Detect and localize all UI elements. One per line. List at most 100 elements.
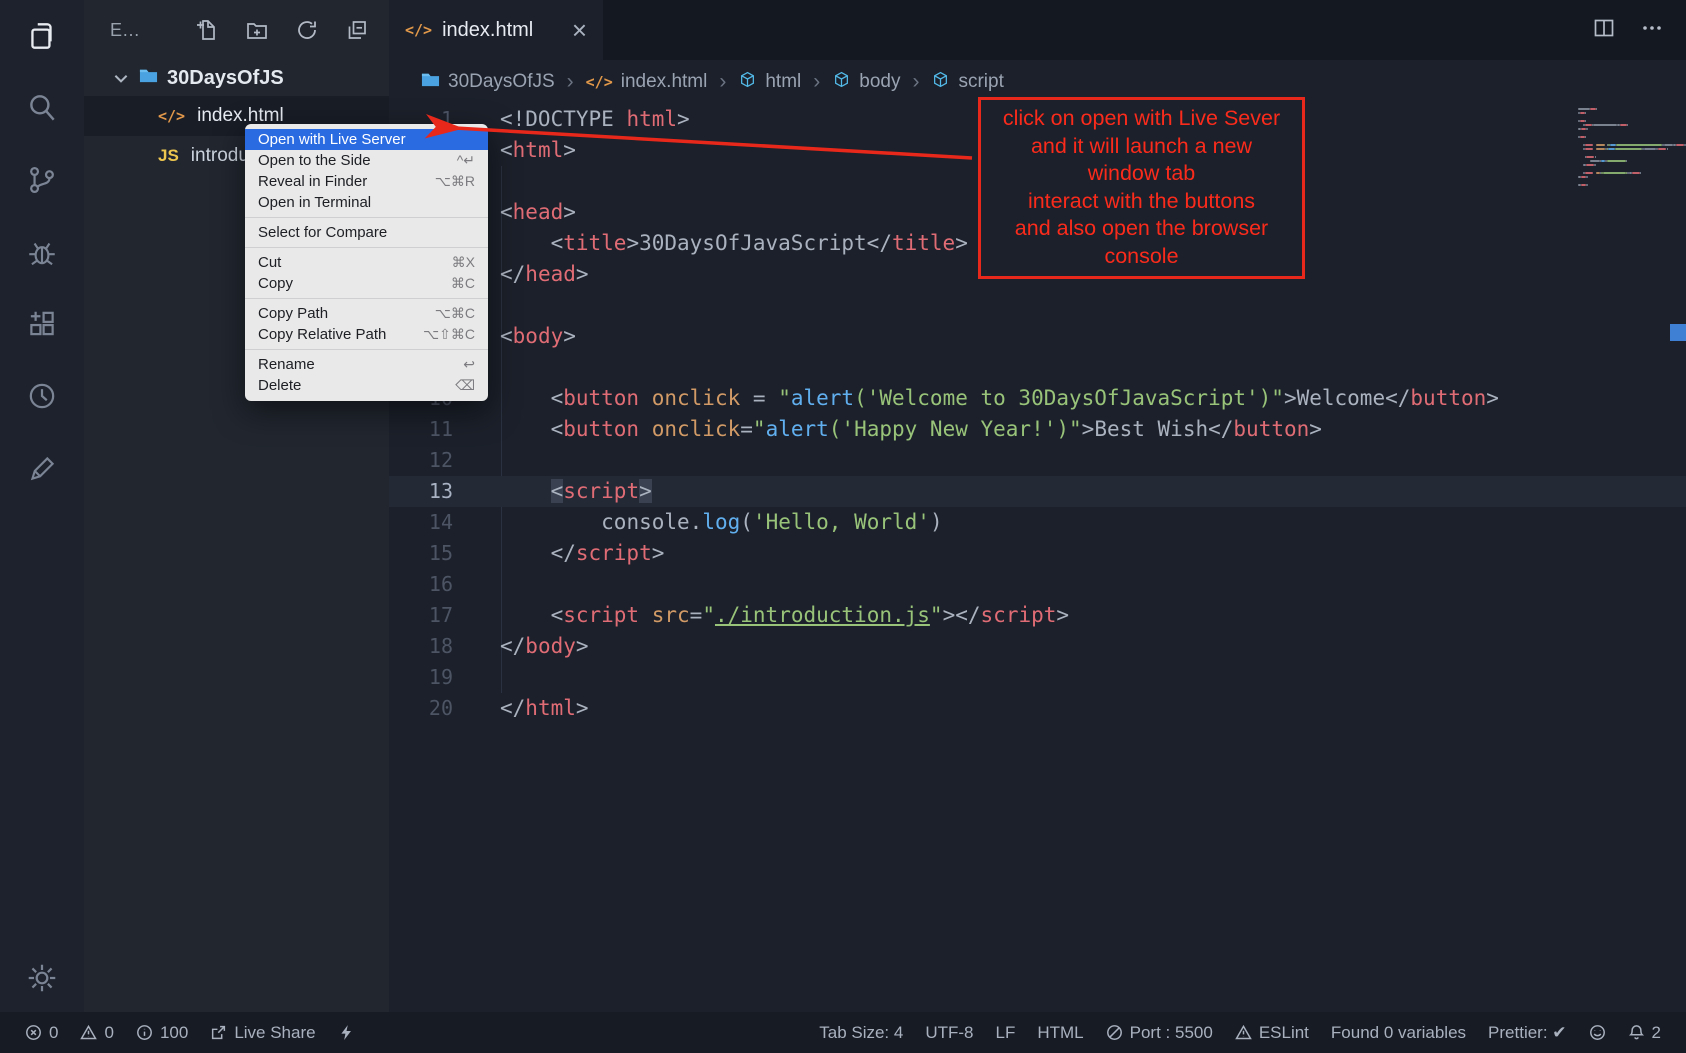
settings-gear-icon[interactable]: [24, 960, 60, 996]
menu-item-label: Reveal in Finder: [258, 173, 367, 190]
status-item-label: 0: [49, 1023, 58, 1043]
menu-item-shortcut: ⌘C: [451, 275, 475, 292]
breadcrumb-separator: ›: [719, 70, 726, 94]
warning-icon: [80, 1024, 97, 1041]
status-item-label: LF: [996, 1023, 1016, 1043]
code-line[interactable]: 20</html>: [389, 693, 1686, 724]
menu-item-delete[interactable]: Delete⌫: [245, 375, 488, 396]
status-item-prettier-[interactable]: Prettier: ✔: [1477, 1023, 1577, 1043]
menu-item-cut[interactable]: Cut⌘X: [245, 252, 488, 273]
code-text: <button onclick="alert('Happy New Year!'…: [453, 414, 1322, 445]
status-item-0[interactable]: 0: [14, 1023, 69, 1043]
new-file-icon[interactable]: [195, 18, 219, 42]
error-icon: [25, 1024, 42, 1041]
status-item-100[interactable]: 100: [125, 1023, 199, 1043]
code-line[interactable]: 14 console.log('Hello, World'): [389, 507, 1686, 538]
minimap[interactable]: [1578, 108, 1670, 188]
status-item-lf[interactable]: LF: [985, 1023, 1027, 1043]
tab-label: index.html: [442, 19, 533, 42]
code-line[interactable]: 15 </script>: [389, 538, 1686, 569]
pen-icon[interactable]: [24, 450, 60, 486]
more-actions-icon[interactable]: [1640, 16, 1664, 45]
code-line[interactable]: 9: [389, 352, 1686, 383]
refresh-icon[interactable]: [295, 18, 319, 42]
search-icon[interactable]: [24, 90, 60, 126]
breadcrumb-item-script[interactable]: script: [931, 71, 1003, 94]
status-item-eslint[interactable]: ESLint: [1224, 1023, 1320, 1043]
breadcrumb-label: index.html: [621, 71, 708, 93]
menu-item-label: Copy: [258, 275, 293, 292]
explorer-icon[interactable]: [24, 18, 60, 54]
breadcrumb-item-html[interactable]: html: [738, 71, 801, 94]
status-item[interactable]: [1578, 1024, 1617, 1041]
info-icon: [136, 1024, 153, 1041]
breadcrumb-separator: ›: [813, 70, 820, 94]
line-number: 20: [389, 693, 453, 724]
code-text: </html>: [453, 693, 589, 724]
extensions-icon[interactable]: [24, 306, 60, 342]
line-number: 12: [389, 445, 453, 476]
menu-item-shortcut: ⌥⌘C: [435, 305, 475, 322]
code-line[interactable]: 7: [389, 290, 1686, 321]
menu-item-open-to-the-side[interactable]: Open to the Side^↵: [245, 150, 488, 171]
menu-item-copy[interactable]: Copy ⌘C: [245, 273, 488, 294]
menu-separator: [245, 217, 488, 218]
minimap-line: [1578, 184, 1670, 188]
status-item-found-0-variables[interactable]: Found 0 variables: [1320, 1023, 1477, 1043]
code-line[interactable]: 10 <button onclick = "alert('Welcome to …: [389, 383, 1686, 414]
menu-item-copy-path[interactable]: Copy Path ⌥⌘C: [245, 303, 488, 324]
status-item-0[interactable]: 0: [69, 1023, 124, 1043]
menu-item-open-with-live-server[interactable]: Open with Live Server: [245, 129, 488, 150]
status-item-tab-size-4[interactable]: Tab Size: 4: [808, 1023, 914, 1043]
status-item-port-5500[interactable]: Port : 5500: [1095, 1023, 1224, 1043]
close-icon[interactable]: ×: [572, 17, 587, 43]
status-bar: 00100Live Share Tab Size: 4UTF-8LFHTMLPo…: [0, 1012, 1686, 1053]
breadcrumb-item-body[interactable]: body: [832, 71, 900, 94]
collapse-all-icon[interactable]: [345, 18, 369, 42]
menu-item-label: Cut: [258, 254, 281, 271]
status-item-live-share[interactable]: Live Share: [199, 1023, 326, 1043]
menu-item-copy-relative-path[interactable]: Copy Relative Path⌥⇧⌘C: [245, 324, 488, 345]
explorer-title: E…: [110, 20, 140, 41]
code-line[interactable]: 11 <button onclick="alert('Happy New Yea…: [389, 414, 1686, 445]
code-line[interactable]: 13 <script>: [389, 476, 1686, 507]
symbol-cube-icon: [738, 71, 757, 94]
breadcrumb-item-index.html[interactable]: </>index.html: [586, 71, 708, 93]
code-line[interactable]: 19: [389, 662, 1686, 693]
status-item-html[interactable]: HTML: [1026, 1023, 1094, 1043]
code-line[interactable]: 17 <script src="./introduction.js"></scr…: [389, 600, 1686, 631]
annotation-line: and it will launch a new: [981, 133, 1302, 161]
tab-index-html[interactable]: </> index.html ×: [389, 0, 603, 60]
menu-item-select-for-compare[interactable]: Select for Compare: [245, 222, 488, 243]
breadcrumb-separator: ›: [912, 70, 919, 94]
clock-circle-icon[interactable]: [24, 378, 60, 414]
source-control-icon[interactable]: [24, 162, 60, 198]
port-icon: [1106, 1024, 1123, 1041]
menu-item-rename[interactable]: Rename↩: [245, 354, 488, 375]
breadcrumb-item-30DaysOfJS[interactable]: 30DaysOfJS: [421, 71, 555, 94]
menu-item-label: Copy Path: [258, 305, 328, 322]
status-item-2[interactable]: 2: [1617, 1023, 1672, 1043]
annotation-line: window tab: [981, 160, 1302, 188]
new-folder-icon[interactable]: [245, 18, 269, 42]
menu-item-shortcut: ↩: [463, 356, 475, 373]
code-line[interactable]: 18</body>: [389, 631, 1686, 662]
tree-root-folder[interactable]: 30DaysOfJS: [84, 60, 389, 96]
status-item[interactable]: [327, 1024, 366, 1041]
annotation-line: click on open with Live Sever: [981, 105, 1302, 133]
menu-item-label: Delete: [258, 377, 301, 394]
status-item-label: HTML: [1037, 1023, 1083, 1043]
annotation-line: console: [981, 243, 1302, 271]
menu-item-reveal-in-finder[interactable]: Reveal in Finder⌥⌘R: [245, 171, 488, 192]
debug-icon[interactable]: [24, 234, 60, 270]
scrollbar-marker[interactable]: [1670, 324, 1686, 341]
split-editor-icon[interactable]: [1592, 16, 1616, 45]
folder-icon: [139, 67, 158, 90]
status-item-utf-8[interactable]: UTF-8: [914, 1023, 984, 1043]
code-line[interactable]: 8<body>: [389, 321, 1686, 352]
menu-item-label: Open in Terminal: [258, 194, 371, 211]
code-line[interactable]: 12: [389, 445, 1686, 476]
menu-item-open-in-terminal[interactable]: Open in Terminal: [245, 192, 488, 213]
code-text: [453, 662, 500, 693]
code-line[interactable]: 16: [389, 569, 1686, 600]
